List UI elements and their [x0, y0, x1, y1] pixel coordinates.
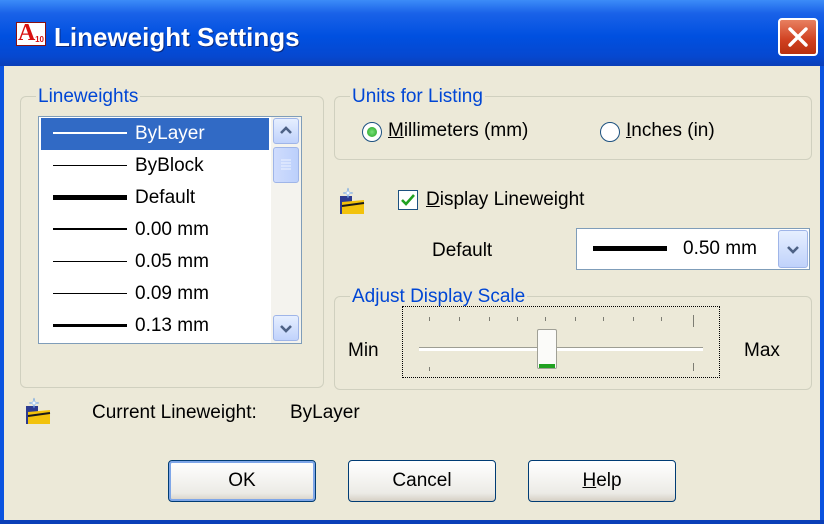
ok-button[interactable]: OK [168, 460, 316, 502]
default-lineweight-value: 0.50 mm [683, 238, 757, 259]
millimeters-label[interactable]: Millimeters (mm) [388, 120, 528, 142]
list-item-0-05mm[interactable]: 0.05 mm [41, 246, 269, 278]
chevron-up-icon [280, 126, 292, 134]
cancel-button[interactable]: Cancel [348, 460, 496, 502]
default-lineweight-dropdown[interactable]: 0.50 mm [576, 228, 810, 270]
slider-thumb[interactable] [537, 329, 557, 369]
slider-track [419, 347, 703, 351]
list-item-label: 0.00 mm [135, 219, 209, 240]
list-item-label: ByBlock [135, 155, 204, 176]
list-scrollbar[interactable] [271, 117, 301, 343]
dropdown-arrow-button[interactable] [778, 230, 808, 268]
lineweight-sample [53, 228, 127, 230]
mnemonic-m: M [388, 120, 404, 141]
app-icon-letter: A [18, 20, 36, 46]
dialog-title: Lineweight Settings [54, 22, 300, 52]
min-label: Min [348, 340, 379, 361]
slider-tick [693, 363, 694, 371]
slider-tick [429, 317, 430, 321]
display-scale-group-label: Adjust Display Scale [350, 286, 528, 308]
grip-icon [281, 159, 291, 170]
display-lineweight-checkbox[interactable] [398, 190, 418, 210]
slider-tick [661, 317, 662, 321]
list-item-0-09mm[interactable]: 0.09 mm [41, 278, 269, 310]
list-item-label: 0.13 mm [135, 315, 209, 336]
millimeters-radio[interactable] [362, 122, 382, 142]
slider-tick [693, 315, 694, 327]
lineweights-group-label: Lineweights [36, 86, 141, 108]
checkmark-icon [401, 194, 415, 206]
title-bar[interactable]: A 10 Lineweight Settings [0, 0, 824, 66]
close-icon [788, 27, 808, 47]
current-lineweight-value: ByLayer [290, 402, 360, 423]
window-frame-right [820, 66, 824, 524]
close-button[interactable] [778, 18, 818, 56]
window-frame-bottom [0, 520, 824, 524]
lineweight-sample [593, 246, 667, 251]
current-lineweight-icon [24, 396, 52, 426]
mnemonic-h: H [582, 470, 597, 491]
chevron-down-icon [280, 325, 292, 333]
display-scale-slider[interactable] [402, 306, 720, 378]
default-label: Default [432, 240, 493, 261]
inches-label-text: nches (in) [631, 120, 715, 141]
list-item-bylayer[interactable]: ByLayer [41, 118, 269, 150]
list-item-label: 0.09 mm [135, 283, 209, 304]
slider-tick [429, 367, 430, 371]
lineweight-icon [338, 186, 366, 216]
slider-tick [545, 317, 546, 321]
list-item-label: 0.05 mm [135, 251, 209, 272]
lineweight-sample [53, 324, 127, 327]
slider-tick [489, 317, 490, 321]
millimeters-label-text: illimeters (mm) [403, 120, 529, 141]
autocad-app-icon: A 10 [16, 20, 46, 46]
units-group-label: Units for Listing [350, 86, 485, 108]
slider-tick [459, 317, 460, 321]
lineweight-sample [53, 293, 127, 294]
max-label: Max [744, 340, 780, 361]
radio-selected-dot [367, 127, 377, 137]
lineweight-sample [53, 132, 127, 134]
help-button[interactable]: Help [528, 460, 676, 502]
list-item-byblock[interactable]: ByBlock [41, 150, 269, 182]
scroll-up-button[interactable] [273, 118, 299, 144]
slider-tick [603, 317, 604, 321]
slider-tick [517, 317, 518, 321]
scroll-down-button[interactable] [273, 315, 299, 341]
app-icon-version: 10 [35, 35, 44, 44]
list-item-label: ByLayer [135, 123, 205, 144]
current-lineweight-label: Current Lineweight: [92, 402, 257, 423]
lineweight-sample [53, 165, 127, 166]
lineweight-sample [53, 195, 127, 200]
display-lineweight-label-text: isplay Lineweight [439, 189, 585, 210]
chevron-down-icon [787, 246, 799, 254]
scroll-thumb[interactable] [273, 147, 299, 183]
display-lineweight-label[interactable]: Display Lineweight [426, 189, 584, 211]
dialog-window: A 10 Lineweight Settings Lineweights ByL… [0, 0, 824, 524]
mnemonic-d: D [426, 189, 440, 210]
help-button-label: elp [596, 470, 622, 491]
slider-tick [575, 317, 576, 321]
list-item-default[interactable]: Default [41, 182, 269, 214]
inches-label[interactable]: Inches (in) [626, 120, 715, 142]
list-item-label: Default [135, 187, 196, 208]
inches-radio[interactable] [600, 122, 620, 142]
list-item-0-13mm[interactable]: 0.13 mm [41, 310, 269, 342]
list-item-0-00mm[interactable]: 0.00 mm [41, 214, 269, 246]
lineweight-sample [53, 261, 127, 262]
slider-tick [633, 317, 634, 321]
lineweights-listbox[interactable]: ByLayer ByBlock Default 0.00 mm 0.05 mm … [38, 116, 302, 344]
